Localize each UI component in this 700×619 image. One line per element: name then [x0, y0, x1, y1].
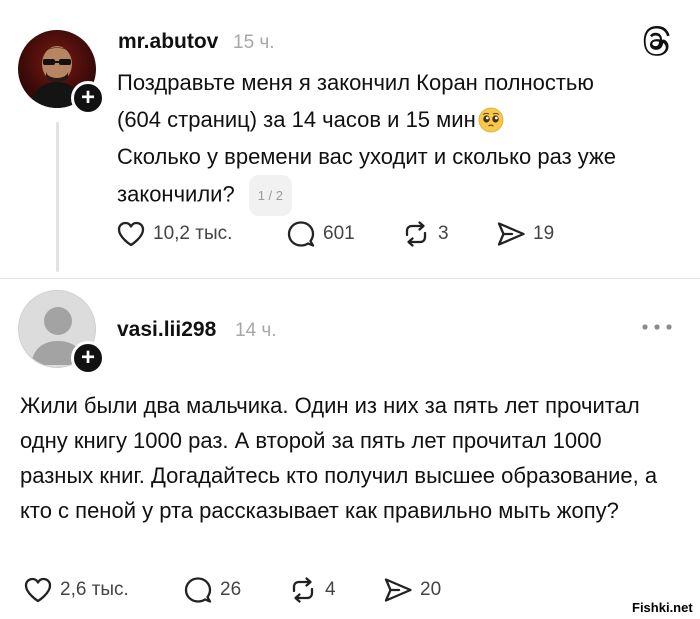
repost-icon: [292, 577, 314, 603]
comment-bubble-icon: [184, 577, 212, 603]
more-dots-icon[interactable]: [640, 322, 674, 332]
share-button[interactable]: 20: [382, 574, 441, 606]
post-mr-abutov: + mr.abutov 15 ч. Поздравьте меня я зако…: [0, 0, 700, 280]
send-icon: [384, 578, 412, 602]
username[interactable]: mr.abutov: [118, 30, 218, 54]
post-text-line: закончили?: [117, 181, 235, 207]
repost-button[interactable]: 4: [287, 574, 382, 606]
comment-count: 601: [323, 223, 355, 244]
share-count: 20: [420, 579, 442, 600]
like-button[interactable]: 10,2 тыс.: [115, 218, 285, 250]
send-icon: [497, 222, 525, 246]
like-count: 10,2 тыс.: [153, 223, 233, 244]
heart-icon: [117, 221, 145, 247]
comment-count: 26: [220, 579, 242, 600]
share-count: 19: [533, 223, 555, 244]
post-text-line: Сколько у времени вас уходит и сколько р…: [117, 144, 616, 169]
follow-plus-icon[interactable]: +: [71, 341, 105, 375]
action-bar: 2,6 тыс. 26 4 20: [22, 572, 441, 608]
post-text-line-with-emoji: (604 страниц) за 14 часов и 15 мин: [117, 101, 677, 138]
post-time: 14 ч.: [235, 320, 277, 341]
thread-line: [56, 122, 59, 272]
username[interactable]: vasi.lii298: [117, 318, 216, 342]
post-body: Жили были два мальчика. Один из них за п…: [20, 393, 658, 523]
follow-plus-icon[interactable]: +: [71, 81, 105, 115]
share-button[interactable]: 19: [495, 218, 554, 250]
like-count: 2,6 тыс.: [60, 579, 129, 600]
repost-count: 3: [438, 223, 449, 244]
page-indicator[interactable]: 1 / 2: [248, 175, 292, 216]
pleading-face-emoji-icon: [478, 107, 504, 132]
heart-icon: [24, 577, 52, 603]
watermark: Fishki.net: [632, 600, 693, 615]
post-vasi-lii298: + vasi.lii298 14 ч. Жили были два мальчи…: [0, 280, 700, 619]
post-time: 15 ч.: [233, 32, 275, 53]
divider: [0, 278, 700, 279]
post-text-line-with-indicator: закончили? 1 / 2: [117, 175, 677, 216]
comment-bubble-icon: [287, 221, 315, 247]
repost-button[interactable]: 3: [400, 218, 495, 250]
post-text-line: Поздравьте меня я закончил Коран полност…: [117, 70, 594, 95]
comment-button[interactable]: 26: [182, 574, 287, 606]
threads-logo-icon[interactable]: [640, 24, 674, 58]
like-button[interactable]: 2,6 тыс.: [22, 574, 182, 606]
action-bar: 10,2 тыс. 601 3 19: [115, 216, 554, 252]
post-body: Поздравьте меня я закончил Коран полност…: [117, 64, 677, 216]
comment-button[interactable]: 601: [285, 218, 400, 250]
repost-icon: [405, 221, 427, 247]
repost-count: 4: [325, 579, 336, 600]
post-text-line: (604 страниц) за 14 часов и 15 мин: [117, 107, 476, 132]
